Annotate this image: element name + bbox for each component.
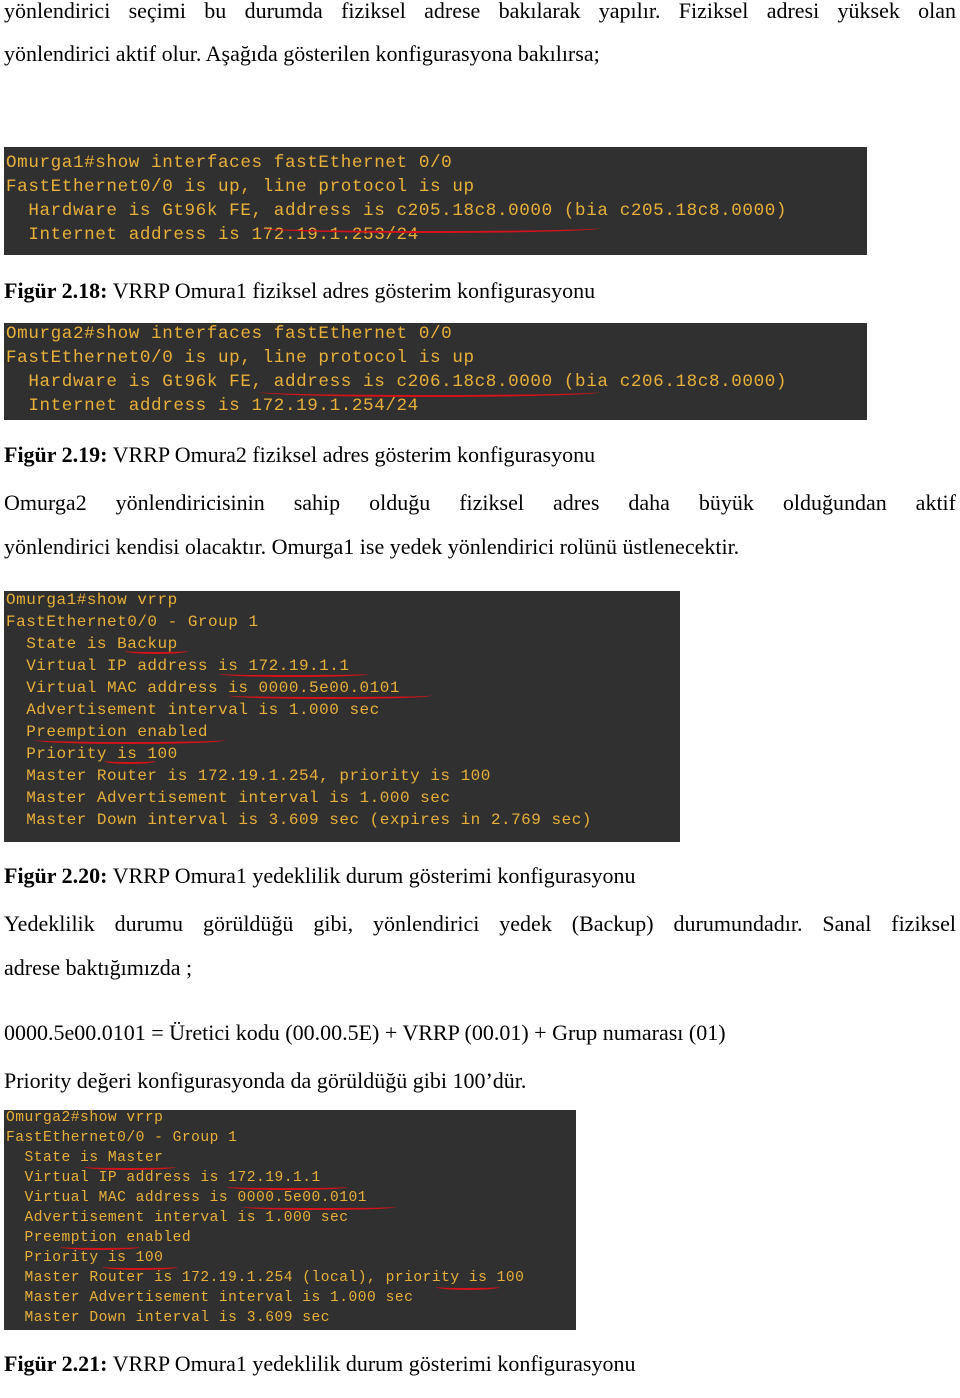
terminal-line: Omurga2#show vrrp [6, 1110, 164, 1126]
red-underline-annotation [219, 671, 369, 677]
figure-caption: Figür 2.19: VRRP Omura2 fiziksel adres g… [4, 444, 595, 466]
figure-caption-text: VRRP Omura1 yedeklilik durum gösterimi k… [112, 863, 636, 888]
terminal-line: Advertisement interval is 1.000 sec [6, 1210, 349, 1226]
terminal-screenshot: Omurga2#show interfaces fastEthernet 0/0… [4, 323, 867, 420]
figure-label: Figür 2.19: [4, 442, 108, 467]
terminal-line: Master Down interval is 3.609 sec [6, 1310, 331, 1326]
body-paragraph-line: yönlendirici kendisi olacaktır. Omurga1 … [4, 534, 740, 559]
terminal-line: FastEthernet0/0 is up, line protocol is … [6, 348, 475, 368]
red-underline-annotation [228, 692, 432, 699]
terminal-line: FastEthernet0/0 - Group 1 [6, 613, 259, 631]
intro-paragraph-line: yönlendirici aktif olur. Aşağıda gösteri… [4, 41, 600, 66]
intro-paragraph-line: yönlendirici seçimi bu durumda fiziksel … [4, 0, 956, 23]
figure-caption-text: VRRP Omura1 fiziksel adres gösterim konf… [112, 278, 596, 303]
terminal-screenshot: Omurga1#show interfaces fastEthernet 0/0… [4, 147, 867, 255]
figure-label: Figür 2.21: [4, 1351, 108, 1376]
body-paragraph-line: adrese baktığımızda ; [4, 955, 193, 980]
red-underline-annotation [226, 1184, 348, 1190]
figure-caption-text: VRRP Omura2 fiziksel adres gösterim konf… [112, 442, 596, 467]
terminal-line: Hardware is Gt96k FE, address is c205.18… [6, 201, 788, 221]
red-underline-annotation [260, 223, 600, 233]
red-underline-annotation [60, 1244, 140, 1250]
terminal-line: Advertisement interval is 1.000 sec [6, 701, 380, 719]
terminal-line: FastEthernet0/0 is up, line protocol is … [6, 177, 475, 197]
figure-caption: Figür 2.18: VRRP Omura1 fiziksel adres g… [4, 280, 595, 302]
red-underline-annotation [242, 1204, 396, 1210]
terminal-line: Master Advertisement interval is 1.000 s… [6, 789, 451, 807]
priority-note: Priority değeri konfigurasyonda da görül… [4, 1068, 527, 1093]
red-underline-annotation [436, 1284, 500, 1290]
terminal-line: Master Router is 172.19.1.254 (local), p… [6, 1270, 525, 1286]
figure-label: Figür 2.18: [4, 278, 108, 303]
red-underline-annotation [260, 387, 600, 397]
figure-caption: Figür 2.20: VRRP Omura1 yedeklilik durum… [4, 865, 635, 887]
body-paragraph-line: Omurga2 yönlendiricisinin sahip olduğu f… [4, 490, 956, 515]
terminal-line: Omurga1#show interfaces fastEthernet 0/0 [6, 153, 453, 173]
figure-label: Figür 2.20: [4, 863, 108, 888]
terminal-line: Master Advertisement interval is 1.000 s… [6, 1290, 414, 1306]
mac-formula: 0000.5e00.0101 = Üretici kodu (00.00.5E)… [4, 1020, 726, 1045]
terminal-line: Omurga2#show interfaces fastEthernet 0/0 [6, 324, 453, 344]
terminal-line: Master Router is 172.19.1.254, priority … [6, 767, 491, 785]
terminal-line: Internet address is 172.19.1.254/24 [6, 396, 419, 416]
terminal-screenshot: Omurga1#show vrrp FastEthernet0/0 - Grou… [4, 591, 680, 842]
red-underline-annotation [34, 736, 226, 744]
figure-caption-text: VRRP Omura1 yedeklilik durum gösterimi k… [112, 1351, 636, 1376]
terminal-line: FastEthernet0/0 - Group 1 [6, 1130, 238, 1146]
terminal-screenshot: Omurga2#show vrrp FastEthernet0/0 - Grou… [4, 1110, 576, 1330]
red-underline-annotation [102, 1264, 178, 1270]
red-underline-annotation [84, 1164, 176, 1170]
body-paragraph-line: Yedeklilik durumu görüldüğü gibi, yönlen… [4, 911, 956, 936]
red-underline-annotation [125, 648, 188, 654]
terminal-line: Omurga1#show vrrp [6, 591, 178, 609]
figure-caption: Figür 2.21: VRRP Omura1 yedeklilik durum… [4, 1353, 635, 1375]
terminal-line: Master Down interval is 3.609 sec (expir… [6, 811, 592, 829]
red-underline-annotation [104, 758, 156, 764]
